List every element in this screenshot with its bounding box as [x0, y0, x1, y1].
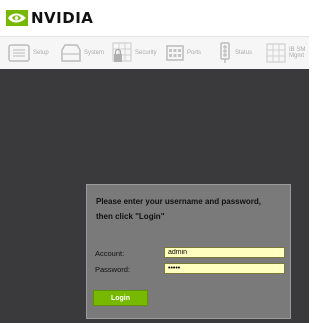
toolbar-label-system: System [84, 50, 105, 56]
brand-name: NVIDIA [31, 9, 94, 27]
toolbar-item-security[interactable]: Security [112, 37, 157, 69]
account-field[interactable] [164, 247, 285, 258]
login-prompt-line-2: then click "Login" [96, 212, 165, 221]
toolbar-item-system[interactable]: System [61, 37, 104, 69]
toolbar-item-ports[interactable]: Ports [166, 37, 201, 69]
security-icon [112, 42, 132, 62]
toolbar-item-setup[interactable]: Setup [8, 37, 49, 69]
toolbar-label-status: Status [235, 50, 253, 56]
ib-sm-mgmt-icon [266, 43, 286, 63]
ports-icon [166, 45, 184, 61]
toolbar-label-security: Security [135, 50, 157, 56]
setup-icon [8, 44, 30, 62]
account-label: Account: [95, 249, 125, 258]
login-button[interactable]: Login [93, 290, 148, 306]
toolbar-label-ports: Ports [187, 50, 202, 56]
login-panel: Please enter your username and password,… [86, 184, 291, 319]
password-label: Password: [95, 265, 131, 274]
login-prompt-line-1: Please enter your username and password, [96, 197, 261, 206]
toolbar-item-ib-sm-mgmt[interactable]: IB SM Mgmt [266, 37, 305, 69]
toolbar-item-status[interactable]: Status [218, 37, 252, 69]
main-toolbar: Setup System Security Ports Status IB SM… [0, 36, 309, 70]
toolbar-label-mgmt: Mgmt [289, 53, 304, 59]
header: NVIDIA [0, 0, 309, 36]
toolbar-label-setup: Setup [33, 50, 49, 56]
system-icon [61, 44, 81, 62]
status-icon [220, 42, 230, 63]
nvidia-logo[interactable]: NVIDIA [6, 8, 93, 28]
toolbar-label-ib-sm-mgmt: IB SM Mgmt [289, 47, 305, 59]
nvidia-eye-icon [6, 10, 28, 26]
password-field[interactable] [164, 263, 285, 274]
